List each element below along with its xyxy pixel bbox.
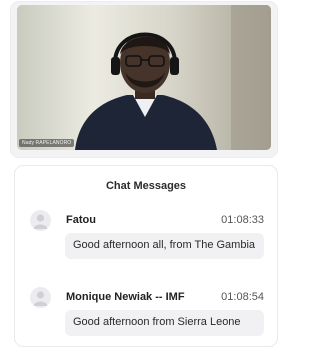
message-sender: Monique Newiak -- IMF	[66, 291, 185, 303]
message-bubble: Good afternoon all, from The Gambia	[65, 233, 264, 259]
message-bubble: Good afternoon from Sierra Leone	[65, 310, 264, 336]
user-avatar-icon	[30, 287, 51, 308]
message-time: 01:08:54	[221, 291, 264, 303]
chat-title: Chat Messages	[105, 180, 187, 192]
chat-panel: Chat Messages Fatou 01:08:33 Good aftern…	[14, 165, 278, 347]
message-sender: Fatou	[66, 214, 96, 226]
message-time: 01:08:33	[221, 214, 264, 226]
video-tile[interactable]: Nady RAPELANORO	[11, 2, 277, 157]
participant-name-label: Nady RAPELANORO	[19, 139, 75, 147]
user-avatar-icon	[30, 210, 51, 231]
video-feed: Nady RAPELANORO	[17, 5, 271, 150]
participant-video-image	[17, 5, 271, 150]
